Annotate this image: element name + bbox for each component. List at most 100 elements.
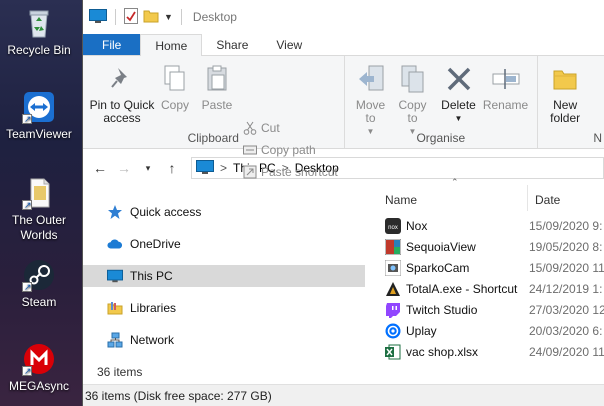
ribbon-tabs: File Home Share View xyxy=(83,34,604,56)
star-icon xyxy=(107,204,123,220)
tab-view[interactable]: View xyxy=(262,34,316,55)
file-row[interactable]: nox Nox 15/09/2020 9: xyxy=(379,215,604,236)
column-header-name[interactable]: Name xyxy=(385,189,417,211)
desktop-icon-steam[interactable]: Steam xyxy=(0,258,78,310)
explorer-window: ▼ Desktop File Home Share View Pin to Qu… xyxy=(82,0,604,406)
recycle-bin-icon xyxy=(22,6,56,40)
paste-button[interactable]: Paste xyxy=(199,62,235,112)
copy-path-label: Copy path xyxy=(261,143,316,157)
column-header-date[interactable]: Date xyxy=(535,189,560,211)
file-row[interactable]: SequoiaView 19/05/2020 8: xyxy=(379,236,604,257)
paste-label: Paste xyxy=(201,98,233,112)
dropdown-arrow-icon: ▼ xyxy=(454,114,463,123)
rename-button[interactable]: Rename xyxy=(483,62,529,112)
file-date: 24/09/2020 11 xyxy=(529,344,604,359)
file-name: TotalA.exe - Shortcut xyxy=(406,281,518,296)
desktop-icon-recycle-bin[interactable]: Recycle Bin xyxy=(0,6,78,58)
new-folder-quick-icon[interactable] xyxy=(143,8,159,27)
file-name: SequoiaView xyxy=(406,239,476,254)
nav-item-label: Libraries xyxy=(130,301,177,315)
megasync-icon xyxy=(22,342,56,379)
pin-label: Pin to Quick access xyxy=(89,98,155,125)
recent-locations-icon[interactable]: ▾ xyxy=(139,159,157,177)
navigation-pane: Quick access OneDrive This PC Libraries xyxy=(83,187,365,357)
forward-arrow-icon[interactable]: → xyxy=(115,159,133,177)
totala-icon xyxy=(385,280,401,297)
rename-icon xyxy=(491,62,521,96)
file-date: 20/03/2020 6: xyxy=(529,323,603,338)
tab-share[interactable]: Share xyxy=(202,34,262,55)
svg-text:nox: nox xyxy=(388,225,398,231)
copy-to-button[interactable]: Copy to ▼ xyxy=(393,62,433,138)
pin-to-quick-access-button[interactable]: Pin to Quick access xyxy=(87,62,157,125)
delete-label: Delete xyxy=(441,98,476,112)
nav-item-label: OneDrive xyxy=(130,237,181,251)
tab-home[interactable]: Home xyxy=(140,34,203,56)
file-date: 15/09/2020 9: xyxy=(529,218,603,233)
delete-icon xyxy=(444,62,474,96)
steam-icon xyxy=(22,258,56,295)
file-shortcut-icon xyxy=(22,176,56,213)
uplay-icon xyxy=(385,323,401,339)
copy-to-label: Copy to xyxy=(398,98,427,125)
customize-toolbar-icon[interactable]: ▼ xyxy=(164,12,173,22)
window-title: Desktop xyxy=(192,10,237,24)
desktop-icon-the-outer-worlds[interactable]: The Outer Worlds xyxy=(0,176,78,243)
copy-button[interactable]: Copy xyxy=(157,62,193,112)
cloud-icon xyxy=(107,236,123,252)
desktop-icon-label: Steam xyxy=(21,295,57,309)
nav-item-label: Network xyxy=(130,333,175,347)
file-date: 15/09/2020 11 xyxy=(529,260,604,275)
properties-icon[interactable] xyxy=(124,7,138,27)
new-folder-button[interactable]: New folder xyxy=(542,62,588,125)
teamviewer-icon xyxy=(22,90,56,127)
file-row[interactable]: Uplay 20/03/2020 6: xyxy=(379,320,604,341)
file-row[interactable]: Twitch Studio 27/03/2020 12 xyxy=(379,299,604,320)
file-row[interactable]: TotalA.exe - Shortcut 24/12/2019 1: xyxy=(379,278,604,299)
new-group-label: N xyxy=(593,131,602,145)
nav-item-onedrive[interactable]: OneDrive xyxy=(83,233,365,255)
file-name: SparkoCam xyxy=(406,260,470,275)
nav-item-network[interactable]: Network xyxy=(83,329,365,351)
monitor-icon xyxy=(107,268,123,284)
rename-label: Rename xyxy=(482,98,529,112)
nav-item-quick-access[interactable]: Quick access xyxy=(83,201,365,223)
new-folder-label: New folder xyxy=(550,98,581,125)
copy-icon xyxy=(160,62,190,96)
file-row[interactable]: SparkoCam 15/09/2020 11 xyxy=(379,257,604,278)
move-to-icon xyxy=(356,62,386,96)
ribbon: Pin to Quick access Copy Paste Cut Copy … xyxy=(83,56,604,179)
tab-file[interactable]: File xyxy=(83,34,141,55)
organise-group-label: Organise xyxy=(416,131,466,145)
desktop-icon-teamviewer[interactable]: TeamViewer xyxy=(0,90,78,142)
move-to-button[interactable]: Move to ▼ xyxy=(351,62,391,138)
shortcut-arrow-icon xyxy=(22,112,32,127)
column-separator[interactable] xyxy=(527,185,528,211)
network-icon xyxy=(107,332,123,348)
paste-shortcut-button[interactable]: Paste shortcut xyxy=(243,162,338,182)
copy-path-icon xyxy=(243,143,257,157)
up-arrow-icon[interactable]: ↑ xyxy=(163,159,181,177)
status-text: 36 items (Disk free space: 277 GB) xyxy=(85,388,272,403)
copy-to-icon xyxy=(398,62,428,96)
desktop-icon-label: Recycle Bin xyxy=(7,43,71,57)
file-row[interactable]: vac shop.xlsx 24/09/2020 11 xyxy=(379,341,604,362)
nav-item-label: Quick access xyxy=(130,205,202,219)
nav-item-this-pc[interactable]: This PC xyxy=(83,265,365,287)
nav-item-label: This PC xyxy=(130,269,173,283)
this-pc-icon xyxy=(196,159,214,177)
file-name: Uplay xyxy=(406,323,437,338)
sort-arrow-icon: ⌃ xyxy=(451,177,459,187)
twitch-icon xyxy=(385,302,401,318)
address-bar-row: ← → ▾ ↑ > This PC > Desktop xyxy=(83,149,604,187)
paste-icon xyxy=(202,62,232,96)
file-name: vac shop.xlsx xyxy=(406,344,479,359)
clipboard-group: Pin to Quick access Copy Paste Cut Copy … xyxy=(83,56,345,179)
back-arrow-icon[interactable]: ← xyxy=(91,159,109,177)
item-count: 36 items xyxy=(97,365,143,379)
desktop-icon-megasync[interactable]: MEGAsync xyxy=(0,342,78,394)
nav-item-libraries[interactable]: Libraries xyxy=(83,297,365,319)
content-area: Quick access OneDrive This PC Libraries xyxy=(83,177,604,406)
delete-button[interactable]: Delete ▼ xyxy=(437,62,481,125)
desktop: Recycle Bin TeamViewer The Outer Worlds xyxy=(0,0,82,406)
